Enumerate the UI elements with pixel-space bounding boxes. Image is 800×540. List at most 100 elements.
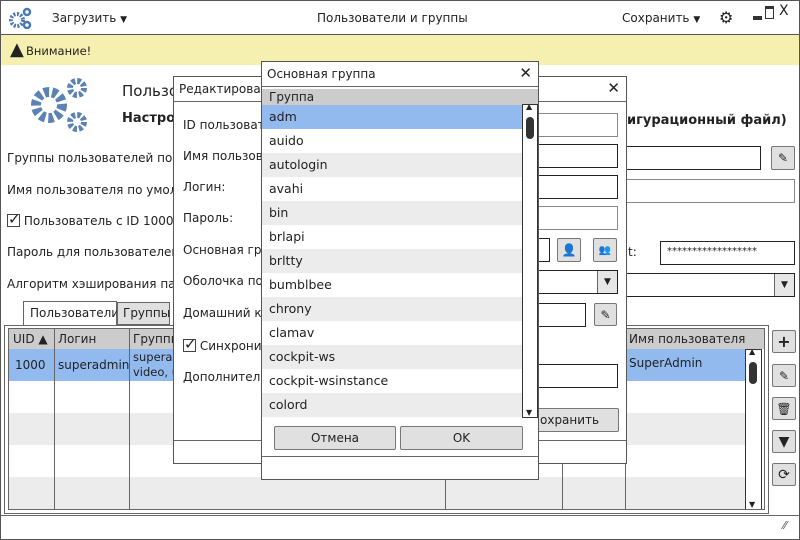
page-title: Пользо xyxy=(122,82,179,100)
filter-button[interactable]: ▼ xyxy=(772,430,796,453)
save-button[interactable]: охранить xyxy=(537,408,619,432)
edit-icon: ✎ xyxy=(778,368,790,383)
group-list-item[interactable]: brlapi xyxy=(262,225,523,249)
cell-username: SuperAdmin xyxy=(629,356,703,370)
label-user-name: Имя пользова xyxy=(183,149,271,163)
root-password-label: t: xyxy=(628,245,637,259)
cancel-button[interactable]: Отмена xyxy=(274,426,396,450)
load-label: Загрузить xyxy=(52,11,117,25)
user1000-checkbox[interactable]: Пользователь с ID 1000 : xyxy=(7,210,182,228)
label-password: Пароль: xyxy=(183,211,234,225)
group-column-header[interactable]: Группа xyxy=(262,89,538,105)
scroll-thumb[interactable] xyxy=(749,362,757,384)
additional-groups-input[interactable] xyxy=(537,364,618,388)
group-list-scrollbar[interactable]: ▲ ▼ xyxy=(522,102,538,418)
status-divider xyxy=(1,515,799,516)
group-list-item[interactable]: colord xyxy=(262,393,523,417)
group-list: adm auido autologin avahi bin brlapi brltty bum… xyxy=(262,105,523,417)
edit-button[interactable]: ✎ xyxy=(772,364,796,387)
delete-button[interactable]: 🗑 xyxy=(772,397,796,420)
group-list-item[interactable]: cockpit-wsinstance xyxy=(262,369,523,393)
home-input[interactable] xyxy=(537,303,586,327)
select-user-button[interactable]: 👤 xyxy=(557,238,581,262)
refresh-icon: ⟳ xyxy=(778,466,790,483)
resize-grip-icon[interactable]: ⁄⁄ xyxy=(783,519,787,532)
sync-label: Синхрониз xyxy=(199,339,268,353)
column-uid[interactable]: UID ▲ xyxy=(13,332,48,346)
hash-label: Алгоритм хэширования парол xyxy=(7,277,199,291)
label-user-id: ID пользовате xyxy=(183,118,273,132)
column-login[interactable]: Логин xyxy=(58,332,96,346)
chevron-down-icon: ▼ xyxy=(693,15,701,25)
save-menu[interactable]: Сохранить ▼ xyxy=(622,11,700,25)
trash-icon: 🗑 xyxy=(776,401,792,416)
password-input[interactable] xyxy=(537,206,618,230)
sync-checkbox[interactable]: Синхрониз xyxy=(183,335,268,353)
window-title: Пользователи и группы xyxy=(317,11,468,25)
label-shell: Оболочка пол xyxy=(183,274,271,288)
add-button[interactable]: + xyxy=(772,330,796,353)
minimize-icon[interactable] xyxy=(753,16,762,20)
close-icon[interactable]: ✕ xyxy=(519,64,532,82)
group-list-item[interactable]: bin xyxy=(262,201,523,225)
maximize-icon[interactable] xyxy=(765,6,774,19)
ok-button[interactable]: OK xyxy=(400,426,523,450)
login-input[interactable] xyxy=(537,175,618,199)
save-label: Сохранить xyxy=(622,11,690,25)
user-icon: 👤 xyxy=(561,243,577,257)
chevron-down-icon: ▼ xyxy=(120,15,128,25)
root-password-input[interactable]: ****************** xyxy=(660,241,795,265)
settings-gears-icon xyxy=(31,78,87,132)
edit-groups-button[interactable]: ✎ xyxy=(771,146,795,170)
tab-users[interactable]: Пользователи xyxy=(23,301,119,326)
checkbox-checked-icon xyxy=(183,335,197,353)
edit-home-button[interactable]: ✎ xyxy=(594,303,617,326)
group-list-item[interactable]: auido xyxy=(262,129,523,153)
user-name-input[interactable] xyxy=(537,144,618,168)
load-menu[interactable]: Загрузить ▼ xyxy=(52,11,127,25)
scroll-thumb[interactable] xyxy=(526,117,534,139)
group-list-item[interactable]: chrony xyxy=(262,297,523,321)
column-username[interactable]: Имя пользователя xyxy=(629,332,745,346)
cell-uid: 1000 xyxy=(15,358,46,372)
label-login: Логин: xyxy=(183,180,226,194)
plus-icon: + xyxy=(777,332,791,351)
chevron-down-icon: ▼ xyxy=(774,274,794,296)
group-list-item[interactable]: bumblbee xyxy=(262,273,523,297)
group-list-item[interactable]: autologin xyxy=(262,153,523,177)
close-icon[interactable]: X xyxy=(779,3,789,19)
dialog-title: Редактироват xyxy=(179,82,268,96)
group-list-item[interactable]: avahi xyxy=(262,177,523,201)
default-username-label: Имя пользователя по умолча xyxy=(7,183,192,197)
user1000-label: Пользователь с ID 1000 : xyxy=(23,214,182,228)
checkbox-checked-icon xyxy=(7,210,21,228)
page-subtitle-tail: игурационный файл) xyxy=(627,113,787,128)
hash-select[interactable]: ▼ xyxy=(618,273,795,297)
group-list-item[interactable]: cockpit-ws xyxy=(262,345,523,369)
dialog-title: Основная группа xyxy=(267,67,376,81)
edit-icon: ✎ xyxy=(600,307,611,322)
tab-groups[interactable]: Группы xyxy=(117,302,170,325)
gear-icon[interactable]: ⚙ xyxy=(719,8,733,27)
dialog-titlebar: Основная группа ✕ xyxy=(262,62,538,87)
password-label: Пароль для пользователей п xyxy=(7,245,191,259)
filter-icon: ▼ xyxy=(778,433,790,450)
default-groups-label: Группы пользователей по ум xyxy=(7,151,193,165)
shell-select[interactable]: ▼ xyxy=(537,270,618,294)
group-list-item[interactable]: brltty xyxy=(262,249,523,273)
default-groups-input[interactable] xyxy=(618,146,761,170)
label-home: Домашний ка xyxy=(183,306,269,320)
group-list-item[interactable]: adm xyxy=(262,105,523,129)
table-row-empty xyxy=(9,477,747,509)
close-icon[interactable]: ✕ xyxy=(607,79,620,97)
user-id-input[interactable] xyxy=(537,113,618,137)
edit-icon: ✎ xyxy=(777,151,789,165)
select-group-button[interactable]: 👥 xyxy=(593,238,617,262)
dialog-divider xyxy=(262,456,538,457)
group-list-item[interactable]: clamav xyxy=(262,321,523,345)
chevron-down-icon: ▼ xyxy=(597,271,617,293)
table-scrollbar[interactable]: ▲ ▼ xyxy=(745,347,762,509)
default-username-input[interactable] xyxy=(618,179,795,203)
refresh-button[interactable]: ⟳ xyxy=(772,463,796,486)
warning-text: Внимание! xyxy=(26,44,92,58)
